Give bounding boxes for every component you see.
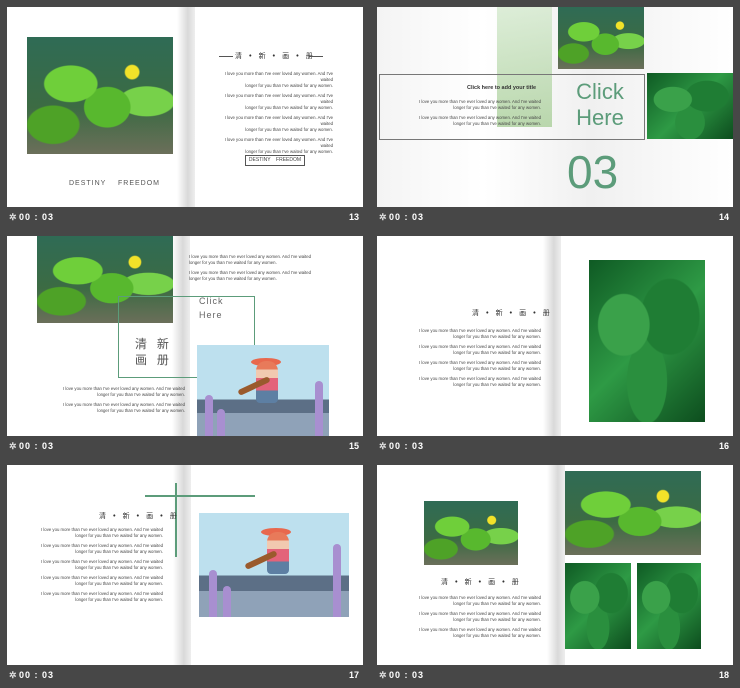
transition-icon: ✲: [379, 670, 387, 680]
destiny-button[interactable]: DESTINY FREEDOM: [245, 155, 305, 166]
page-gutter: [547, 465, 565, 665]
slide-footer: ✲ 00 : 03 13: [7, 209, 363, 227]
cactus-photo: [565, 471, 701, 555]
slide-duration: 00 : 03: [389, 441, 425, 451]
cactus-photo: [27, 37, 173, 154]
slide-canvas: 清 • 新 • 画 • 册 I love you more than I've …: [377, 236, 733, 436]
slide-heading: 清 • 新 • 画 • 册: [441, 578, 521, 586]
transition-icon: ✲: [9, 670, 17, 680]
slide-number: 16: [718, 441, 729, 451]
body-text: I love you more than I've ever loved any…: [418, 99, 541, 126]
cactus-photo: [424, 501, 518, 565]
page-gutter: [177, 7, 195, 207]
slide-thumb-16[interactable]: 清 • 新 • 画 • 册 I love you more than I've …: [377, 236, 733, 459]
slide-canvas: 清 • 新 • 画 • 册 I love you more than I've …: [377, 465, 733, 665]
slide-footer: ✲ 00 : 03 14: [377, 209, 733, 227]
slide-footer: ✲ 00 : 03 17: [7, 667, 363, 685]
slide-number: 18: [718, 670, 729, 680]
slide-duration: 00 : 03: [389, 212, 425, 222]
slide-duration: 00 : 03: [19, 212, 55, 222]
slide-thumb-17[interactable]: 清 • 新 • 画 • 册 I love you more than I've …: [7, 465, 363, 688]
slide-footer: ✲ 00 : 03 18: [377, 667, 733, 685]
body-text: I love you more than I've ever loved any…: [418, 595, 541, 638]
slide-number: 15: [348, 441, 359, 451]
slide-canvas: Click Here 清 新画 册 I love you more than I'…: [7, 236, 363, 436]
slide-number: 13: [348, 212, 359, 222]
slide-canvas: Click here to add your title I love you …: [377, 7, 733, 207]
slide-number: 17: [348, 670, 359, 680]
girl-illustration: [197, 345, 329, 436]
click-text[interactable]: Click Here: [575, 79, 625, 131]
vertical-title: 清 新画 册: [135, 337, 172, 367]
slide-footer: ✲ 00 : 03 15: [7, 438, 363, 456]
section-number: 03: [567, 146, 619, 198]
slide-footer: ✲ 00 : 03 16: [377, 438, 733, 456]
slide-thumb-13[interactable]: DESTINY FREEDOM 清 • 新 • 画 • 册 I love you…: [7, 7, 363, 230]
slide-duration: 00 : 03: [389, 670, 425, 680]
slide-heading: 清 • 新 • 画 • 册: [99, 512, 179, 520]
girl-illustration: [199, 513, 349, 617]
cactus-photo: [558, 7, 644, 69]
slide-thumb-18[interactable]: 清 • 新 • 画 • 册 I love you more than I've …: [377, 465, 733, 688]
body-text: I love you more than I've ever loved any…: [40, 527, 163, 602]
slide-duration: 00 : 03: [19, 441, 55, 451]
green-line-h: [145, 495, 255, 497]
transition-icon: ✲: [379, 441, 387, 451]
transition-icon: ✲: [9, 212, 17, 222]
slide-duration: 00 : 03: [19, 670, 55, 680]
body-text: I love you more than I've ever loved any…: [62, 386, 185, 413]
slide-number: 14: [718, 212, 729, 222]
caption-text: DESTINY FREEDOM: [69, 180, 160, 187]
body-text: I love you more than I've ever loved any…: [418, 328, 541, 387]
slide-thumb-14[interactable]: Click here to add your title I love you …: [377, 7, 733, 230]
top-text: I love you more than I've ever loved any…: [189, 254, 312, 281]
divider: [309, 56, 323, 57]
leaf-photo: [647, 73, 733, 139]
leaf-photo: [565, 563, 631, 649]
slide-canvas: 清 • 新 • 画 • 册 I love you more than I've …: [7, 465, 363, 665]
slide-heading: 清 • 新 • 画 • 册: [235, 52, 315, 60]
page-gutter: [543, 236, 561, 436]
transition-icon: ✲: [9, 441, 17, 451]
transition-icon: ✲: [379, 212, 387, 222]
click-text[interactable]: Click Here: [199, 294, 224, 322]
divider: [219, 56, 233, 57]
body-text: I love you more than I've ever loved any…: [224, 71, 333, 154]
leaf-photo: [589, 260, 705, 422]
slide-thumb-15[interactable]: Click Here 清 新画 册 I love you more than I'…: [7, 236, 363, 459]
slide-canvas: DESTINY FREEDOM 清 • 新 • 画 • 册 I love you…: [7, 7, 363, 207]
leaf-photo: [637, 563, 701, 649]
slide-heading: 清 • 新 • 画 • 册: [472, 309, 552, 317]
